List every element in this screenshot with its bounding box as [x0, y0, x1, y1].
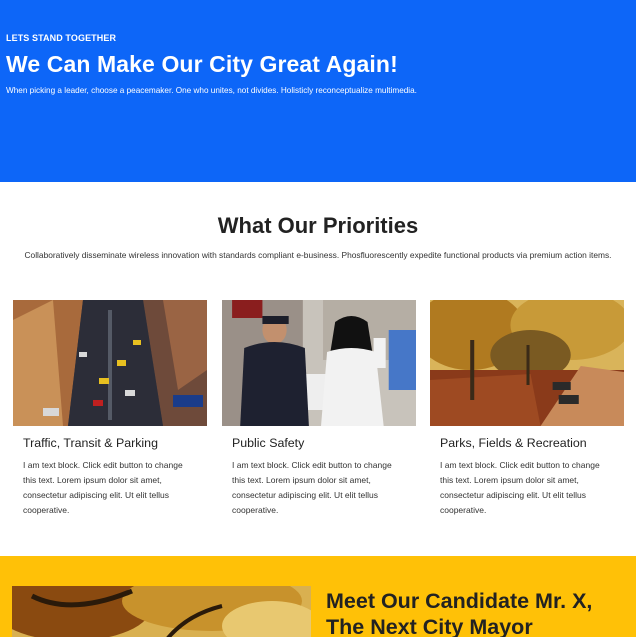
- autumn-trees-photo: [12, 586, 311, 637]
- card-title: Public Safety: [232, 436, 305, 450]
- candidate-title: Meet Our Candidate Mr. X, The Next City …: [326, 589, 593, 637]
- priorities-title: What Our Priorities: [217, 213, 419, 238]
- card-title: Parks, Fields & Recreation: [440, 436, 587, 450]
- candidate-section: Meet Our Candidate Mr. X, The Next City …: [0, 556, 636, 637]
- autumn-park-photo: [430, 300, 624, 426]
- priority-card-parks: Parks, Fields & Recreation I am text blo…: [430, 300, 624, 515]
- police-officer-photo: [222, 300, 416, 426]
- card-body: I am text block. Click edit button to ch…: [440, 460, 600, 515]
- hero-lead: When picking a leader, choose a peacemak…: [6, 86, 417, 95]
- card-body: I am text block. Click edit button to ch…: [23, 460, 183, 515]
- card-body: I am text block. Click edit button to ch…: [232, 460, 392, 515]
- hero-kicker: LETS STAND TOGETHER: [6, 33, 117, 43]
- priority-card-safety: Public Safety I am text block. Click edi…: [222, 300, 416, 515]
- hero-section: LETS STAND TOGETHER We Can Make Our City…: [0, 0, 636, 182]
- card-title: Traffic, Transit & Parking: [23, 436, 158, 450]
- priorities-description: Collaboratively disseminate wireless inn…: [24, 250, 612, 260]
- priority-card-traffic: Traffic, Transit & Parking I am text blo…: [13, 300, 207, 515]
- hero-headline: We Can Make Our City Great Again!: [6, 51, 398, 77]
- city-traffic-photo: [13, 300, 207, 426]
